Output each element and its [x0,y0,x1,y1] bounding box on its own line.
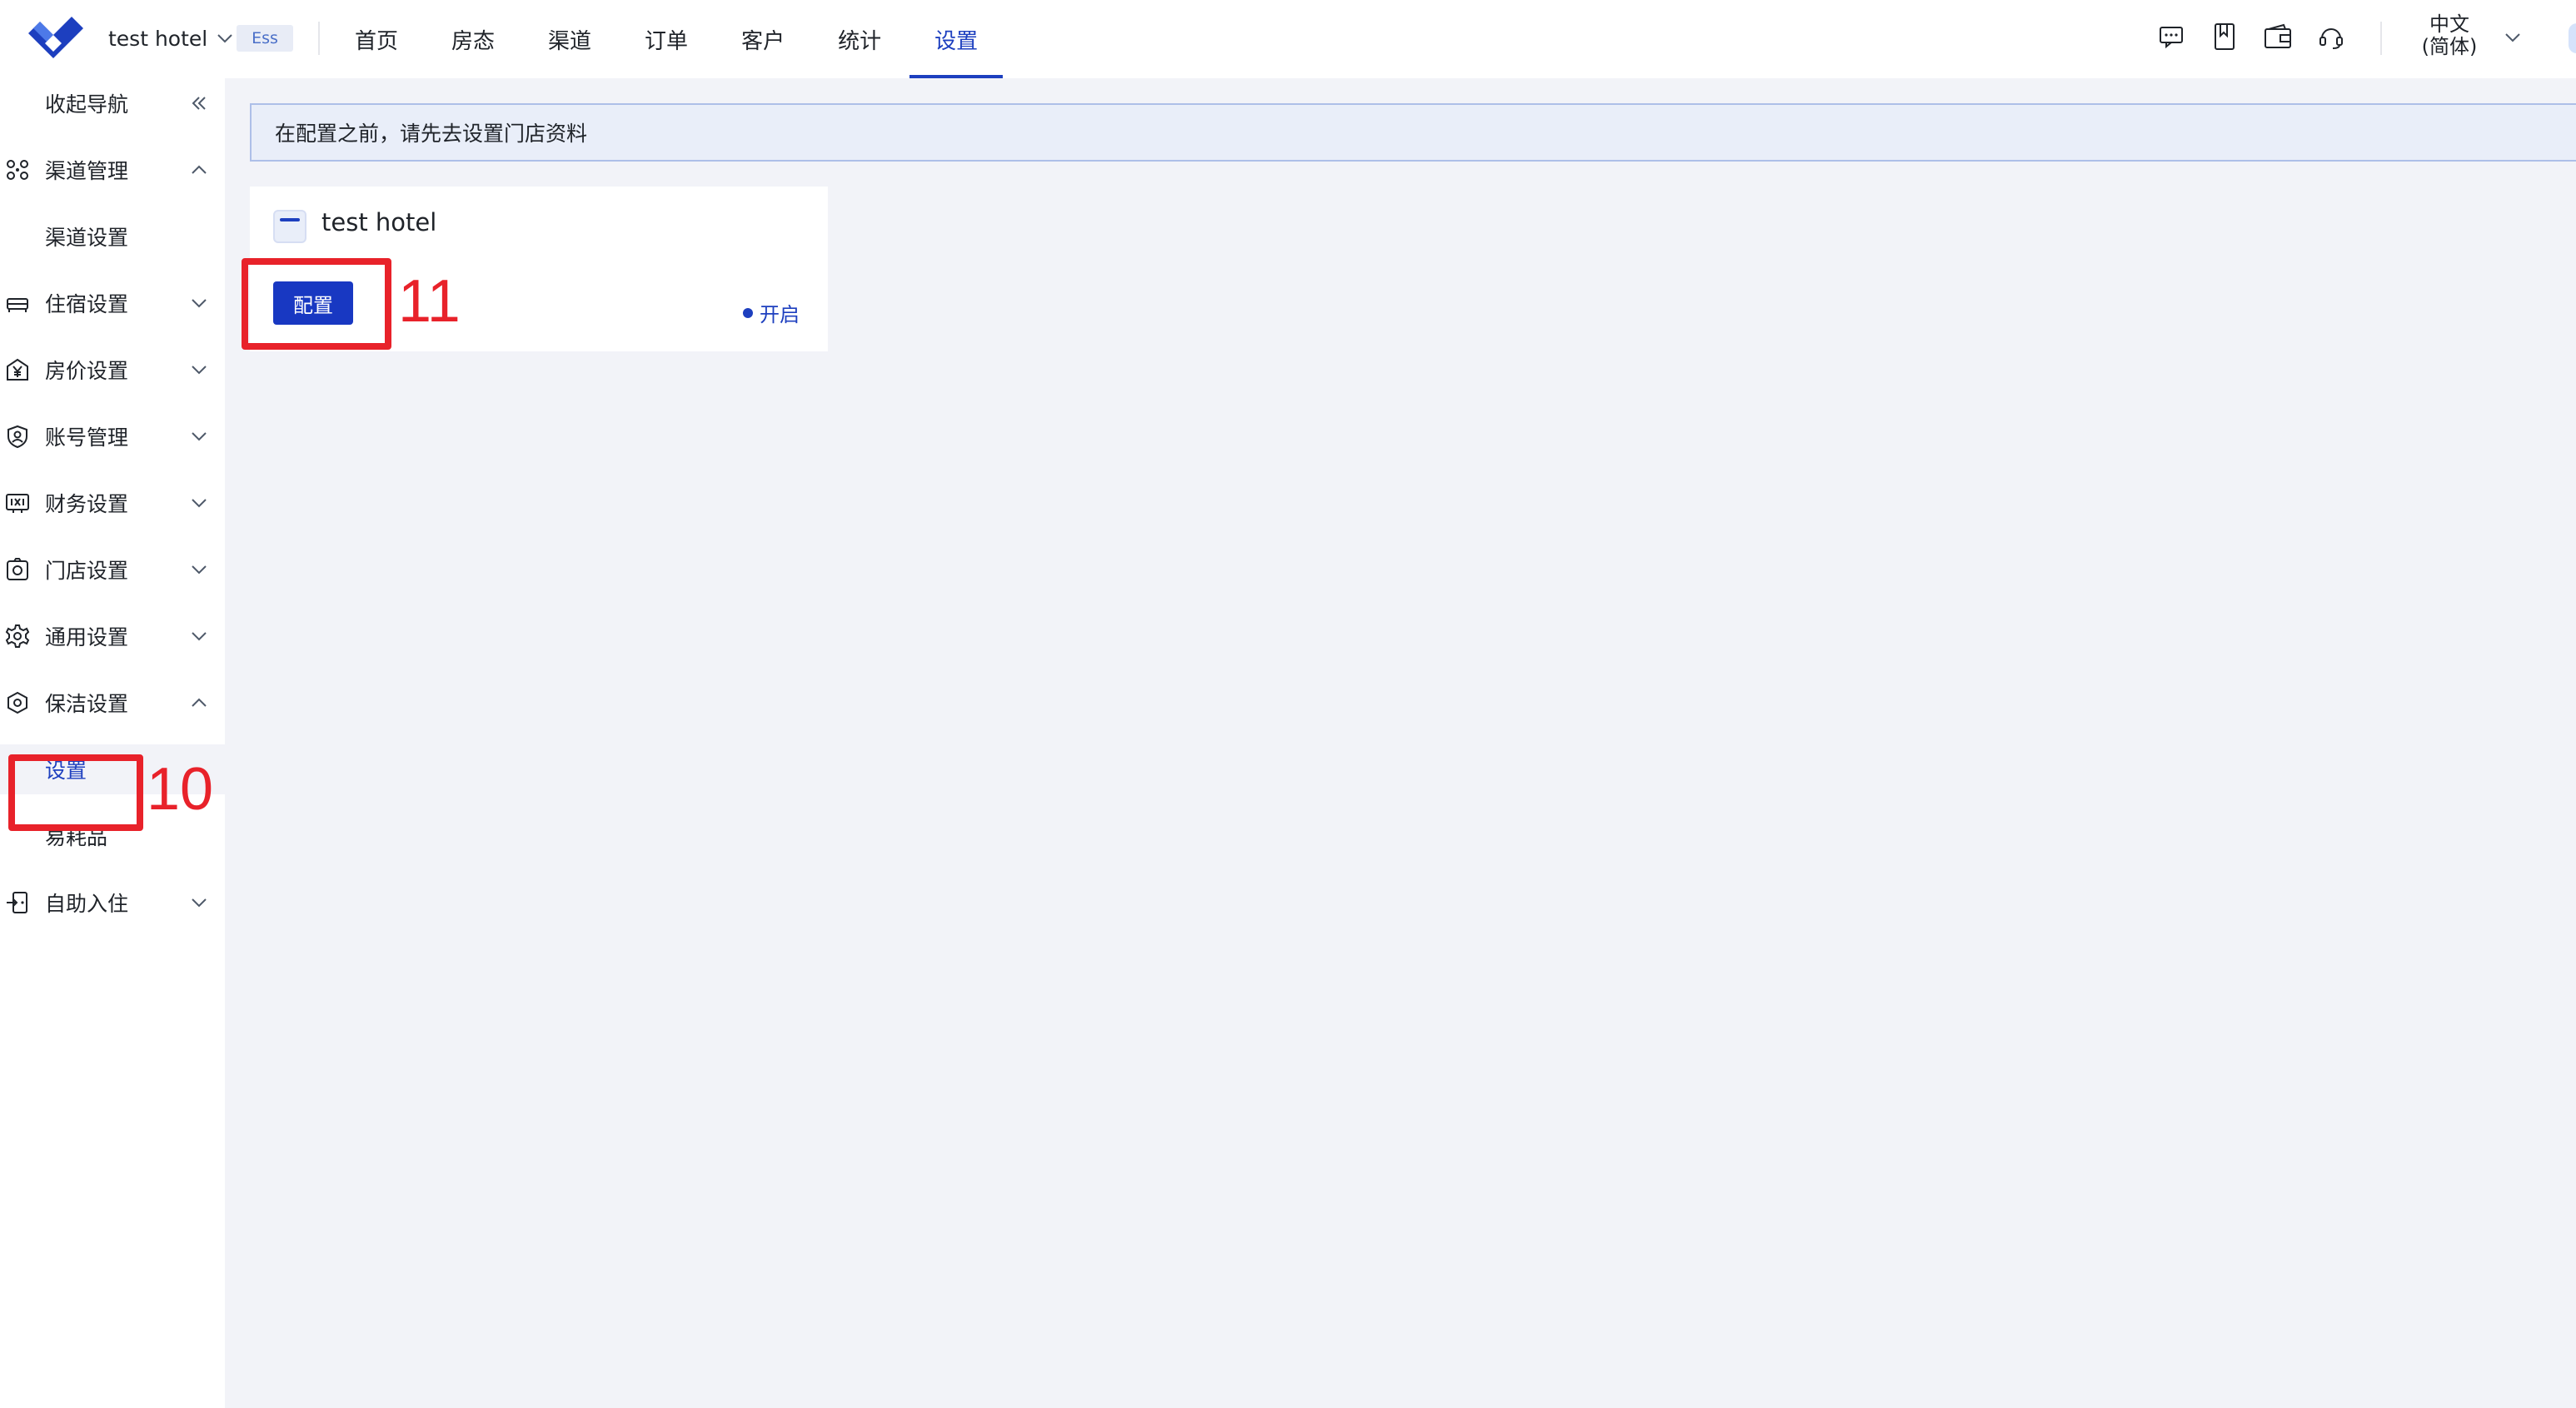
avatar[interactable] [2569,23,2576,53]
sidebar-item-account-management[interactable]: 账号管理 [0,411,225,461]
headset-icon[interactable] [2317,20,2345,53]
gear-icon [5,624,30,648]
nav-home[interactable]: 首页 [353,0,400,78]
language-line-1: 中文 [2429,12,2469,36]
annotation-number-10: 10 [147,756,214,823]
message-icon[interactable] [2157,20,2185,53]
main-nav: 首页 房态 渠道 订单 客户 统计 设置 [353,0,1029,78]
bed-icon [7,298,28,312]
nav-room-status[interactable]: 房态 [450,0,496,78]
sidebar-item-channel-settings[interactable]: 渠道设置 [0,211,225,261]
sidebar-item-label: 房价设置 [45,359,129,383]
sidebar-item-channel-management[interactable]: 渠道管理 [0,145,225,195]
nav-statistics[interactable]: 统计 [836,0,883,78]
yen-icon [7,358,28,381]
store-icon [7,558,28,580]
self-checkin-icon [7,892,27,913]
logo-icon[interactable] [25,12,87,62]
sidebar-item-label: 财务设置 [45,492,129,516]
chevron-down-icon [217,34,232,43]
sidebar-item-label: 通用设置 [45,625,129,649]
status-indicator: 开启 [743,298,800,327]
collapse-nav-button[interactable]: 收起导航 [0,78,225,128]
chevron-down-icon [192,299,207,308]
sidebar-item-label: 账号管理 [45,425,129,450]
finance-icon [6,494,29,513]
chevron-up-icon [192,698,207,707]
wallet-icon[interactable] [2264,20,2292,53]
cleaning-icon [7,691,27,714]
chevron-down-icon [192,366,207,375]
chevron-down-icon [192,898,207,908]
sidebar-item-label: 渠道设置 [45,226,129,250]
divider [318,22,320,55]
channel-icon [7,160,28,180]
chevron-down-icon [192,499,207,508]
user-shield-icon [7,425,27,449]
nav-settings[interactable]: 设置 [909,0,1004,78]
annotation-box-config [242,258,391,350]
nav-orders[interactable]: 订单 [643,0,690,78]
sidebar-item-finance-settings[interactable]: 财务设置 [0,478,225,528]
sidebar-item-label: 门店设置 [45,559,129,583]
top-icon-group [2157,20,2345,53]
chevron-down-icon [192,565,207,575]
language-selector[interactable]: 中文 (简体) [2412,13,2487,58]
chevron-down-icon[interactable] [2504,28,2522,47]
hotel-name: test hotel [108,26,208,51]
book-icon[interactable] [2210,20,2239,53]
sidebar-item-self-checkin[interactable]: 自助入住 [0,878,225,928]
divider [2380,22,2382,55]
annotation-box-sidebar [8,754,143,831]
sidebar-item-label: 渠道管理 [45,159,129,183]
sidebar-item-cleaning-settings[interactable]: 保洁设置 [0,678,225,728]
sidebar-item-lodging-settings[interactable]: 住宿设置 [0,278,225,328]
notice-banner: 在配置之前，请先去设置门店资料 [250,103,2576,162]
nav-channel[interactable]: 渠道 [546,0,593,78]
window-icon [273,210,306,243]
language-line-2: (简体) [2421,35,2478,58]
double-chevron-left-icon [192,97,206,110]
sidebar-item-store-settings[interactable]: 门店设置 [0,545,225,595]
status-dot-icon [743,307,753,318]
status-label: 开启 [760,303,800,326]
chevron-down-icon [192,632,207,641]
nav-customers[interactable]: 客户 [740,0,786,78]
annotation-number-11: 11 [398,268,461,335]
hotel-switcher[interactable]: test hotel [108,22,234,55]
sidebar-item-general-settings[interactable]: 通用设置 [0,611,225,661]
chevron-up-icon [192,165,207,174]
sidebar-item-label: 自助入住 [45,892,129,916]
sidebar-item-rate-settings[interactable]: 房价设置 [0,345,225,395]
card-title: test hotel [321,208,437,236]
chevron-down-icon [192,432,207,441]
sidebar: 收起导航 渠道管理 渠道设置 住宿设置 房价设置 账号管理 财务设置 门店设置 … [0,78,225,1408]
top-bar: test hotel Ess 首页 房态 渠道 订单 客户 统计 设置 中文 (… [0,0,2576,78]
edition-badge: Ess [237,25,293,52]
sidebar-item-label: 住宿设置 [45,292,129,316]
sidebar-item-label: 保洁设置 [45,692,129,716]
collapse-nav-label: 收起导航 [45,92,129,117]
